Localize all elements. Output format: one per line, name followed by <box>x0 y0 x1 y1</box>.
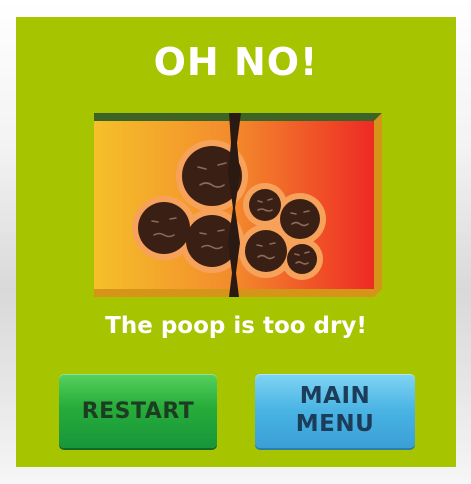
poop-ball <box>245 230 287 272</box>
poop-ball <box>249 189 281 221</box>
main-menu-button-label-line1: MAIN <box>299 383 371 410</box>
game-over-panel: OH NO! The poop is too dry! RESTART MAIN… <box>16 17 456 467</box>
poop-ball <box>138 202 190 254</box>
main-menu-button-label-line2: MENU <box>295 411 375 437</box>
main-menu-button[interactable]: MAIN MENU <box>255 374 415 448</box>
dialog-title: OH NO! <box>153 40 319 84</box>
dialog-message: The poop is too dry! <box>105 313 367 339</box>
poop-ball <box>287 244 317 274</box>
restart-button-label: RESTART <box>81 398 195 424</box>
restart-button[interactable]: RESTART <box>59 374 217 448</box>
poop-ball <box>280 199 320 239</box>
scene-side <box>374 113 382 297</box>
dry-poop-illustration <box>90 113 382 297</box>
